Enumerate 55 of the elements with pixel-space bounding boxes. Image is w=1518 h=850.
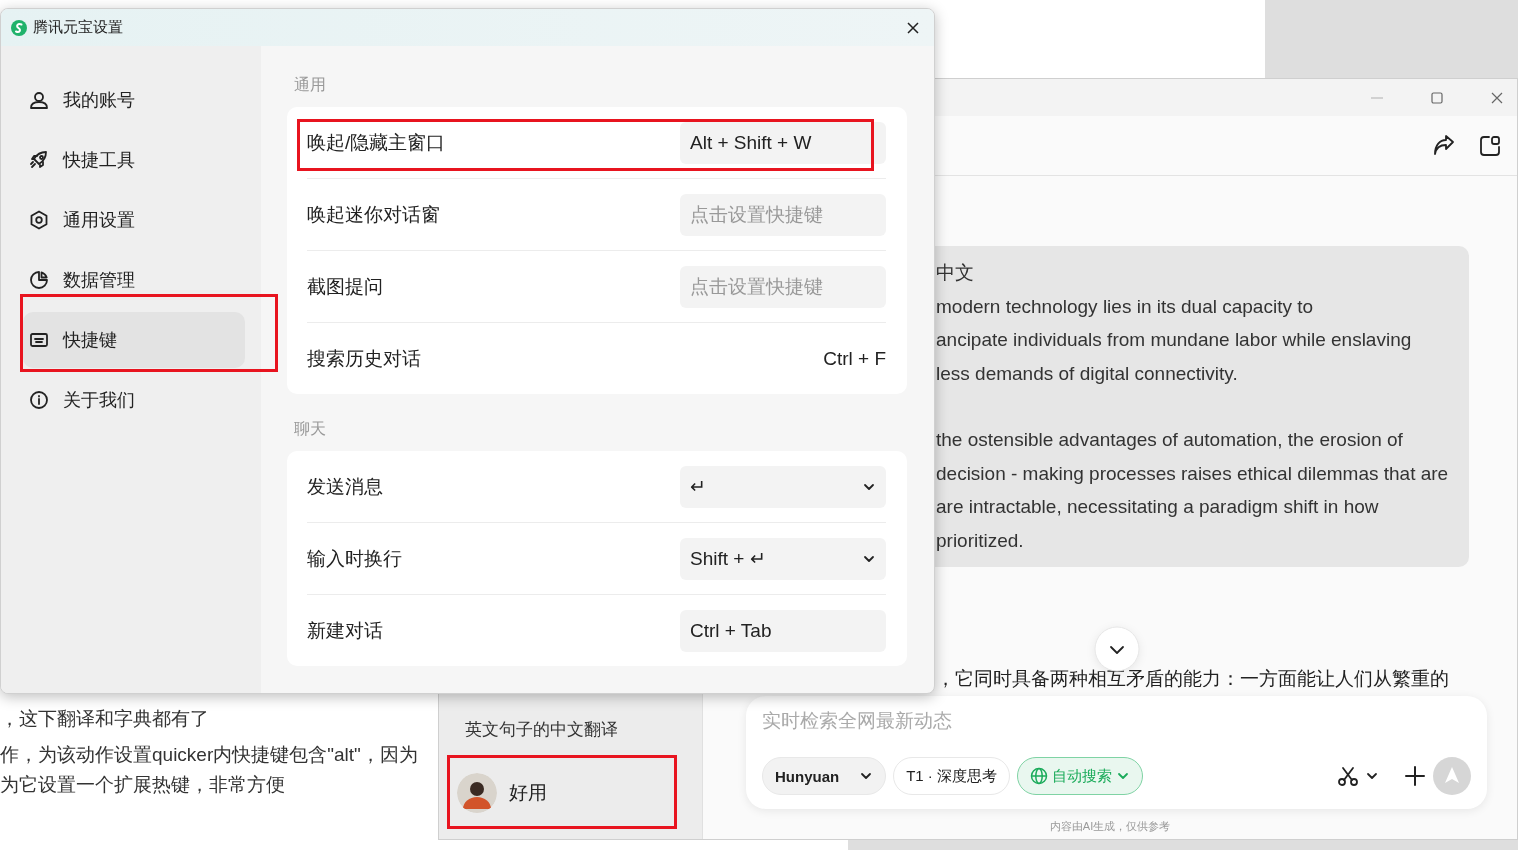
sidebar-item[interactable]: 通用设置 xyxy=(23,192,245,248)
shortcut-text: Ctrl + F xyxy=(823,347,886,370)
shortcut-field[interactable]: Ctrl + Tab xyxy=(680,609,886,652)
setting-label: 输入时换行 xyxy=(307,546,402,571)
message-text: ，它同时具备两种相互矛盾的能力：一方面能让人们从繁重的 xyxy=(935,667,1450,691)
disclaimer-text: 内容由AI生成，仅供参考 xyxy=(1048,819,1172,834)
person-icon xyxy=(29,90,49,110)
maximize-icon[interactable] xyxy=(1430,90,1444,105)
section-title: 聊天 xyxy=(294,419,327,439)
mode-button[interactable]: T1 · 深度思考 xyxy=(893,757,1010,795)
sidebar-item[interactable]: 数据管理 xyxy=(23,252,245,308)
avatar xyxy=(457,773,497,813)
message-text: the ostensible advantages of automation, the erosion of xyxy=(936,428,1404,452)
document-text: 为它设置一个扩展热键，非常方便 xyxy=(0,773,285,797)
setting-label: 截图提问 xyxy=(307,274,383,299)
close-icon[interactable] xyxy=(906,20,920,35)
setting-label: 新建对话 xyxy=(307,618,383,643)
shortcut-field[interactable]: 点击设置快捷键 xyxy=(680,193,886,236)
message-text: modern technology lies in its dual capacity to xyxy=(936,294,1315,319)
setting-label: 唤起迷你对话窗 xyxy=(307,202,440,227)
message-text: decision - making processes raises ethical dilemmas that are xyxy=(936,461,1449,486)
shortcut-dropdown[interactable]: ↵ xyxy=(680,465,886,508)
sidebar-item[interactable]: 快捷键 xyxy=(23,312,245,368)
message-text: are intractable, necessitating a paradigm shift in how xyxy=(936,495,1380,519)
conversation-item[interactable]: 英文句子的中文翻译 xyxy=(447,710,692,749)
setting-label: 搜索历史对话 xyxy=(307,346,421,371)
keyboard-icon xyxy=(29,330,49,350)
message-text: less demands of digital connectivity. xyxy=(936,361,1239,386)
document-text: 作，为该动作设置quicker内快捷键包含"alt"，因为 xyxy=(0,743,418,767)
app-logo-icon xyxy=(11,19,27,36)
info-icon xyxy=(29,390,49,410)
message-input[interactable]: 实时检索全网最新动态 xyxy=(762,708,1471,734)
pie-chart-icon xyxy=(29,270,49,290)
shortcut-dropdown[interactable]: Shift + ↵ xyxy=(680,537,886,580)
message-text: 中文 xyxy=(936,261,975,285)
message-text: ancipate individuals from mundane labor while enslaving xyxy=(936,328,1413,352)
sidebar-item[interactable]: 关于我们 xyxy=(23,372,245,428)
sidebar-item[interactable]: 我的账号 xyxy=(23,72,245,128)
setting-label: 唤起/隐藏主窗口 xyxy=(307,130,446,155)
message-text: prioritized. xyxy=(936,528,1025,553)
sidebar-item[interactable]: 快捷工具 xyxy=(23,132,245,188)
globe-icon xyxy=(1030,767,1048,785)
window-title: 腾讯元宝设置 xyxy=(33,18,124,37)
rocket-icon xyxy=(29,150,49,170)
section-title: 通用 xyxy=(294,75,327,95)
scissors-button[interactable] xyxy=(1337,765,1379,787)
model-selector[interactable]: Hunyuan xyxy=(762,757,887,795)
setting-label: 发送消息 xyxy=(307,474,383,499)
shortcut-field[interactable]: Alt + Shift + W xyxy=(680,121,886,164)
user-name: 好用 xyxy=(509,781,547,805)
scissors-icon xyxy=(1337,765,1359,787)
shortcut-field[interactable]: 点击设置快捷键 xyxy=(680,265,886,308)
hexagon-icon xyxy=(29,210,49,230)
plus-icon[interactable] xyxy=(1404,765,1426,787)
document-text: ，这下翻译和字典都有了 xyxy=(0,707,209,731)
